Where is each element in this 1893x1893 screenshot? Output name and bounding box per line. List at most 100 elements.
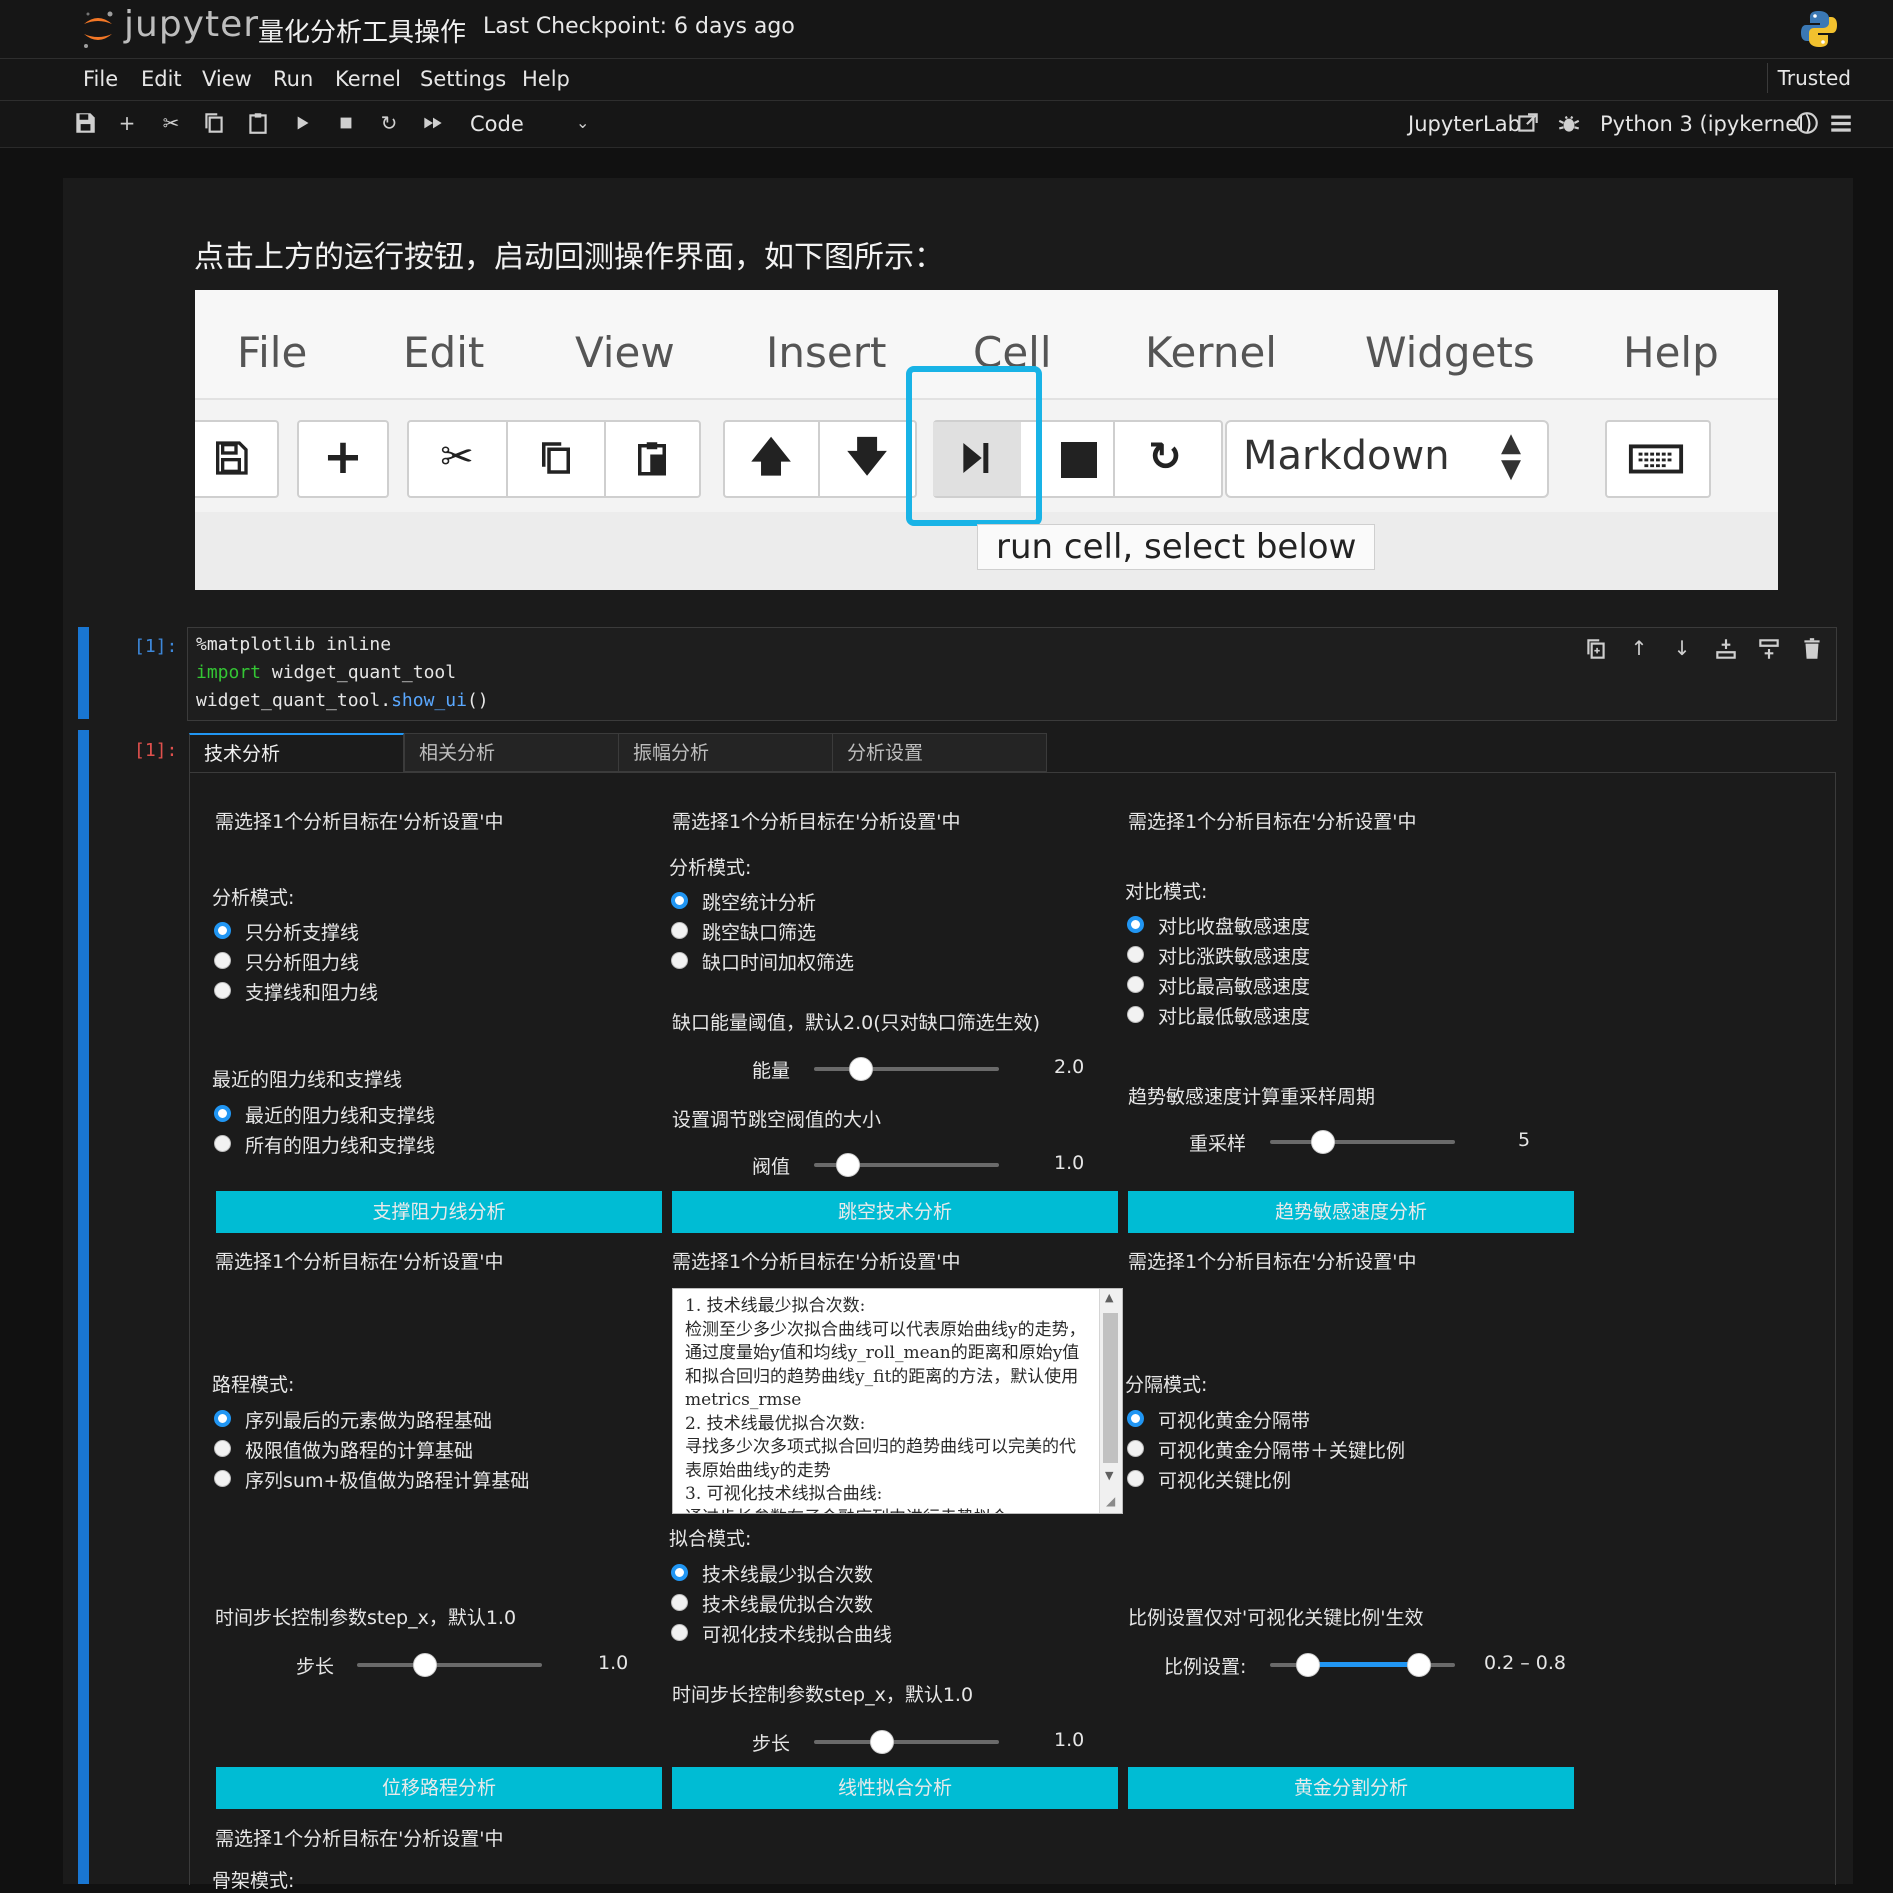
menu-help[interactable]: Help xyxy=(522,67,570,91)
linear-fit-analysis-button[interactable]: 线性拟合分析 xyxy=(672,1767,1118,1809)
duplicate-cell-icon[interactable] xyxy=(1582,636,1610,662)
step-slider-handle[interactable] xyxy=(412,1653,437,1677)
jupyter-logo-text[interactable]: jupyter xyxy=(124,4,259,45)
ratio-slider-value: 0.2 – 0.8 xyxy=(1484,1652,1567,1674)
step-slider-label: 步长 xyxy=(296,1656,335,1678)
copy-icon[interactable] xyxy=(201,110,227,136)
panel6-radio-golden-band[interactable]: 可视化黄金分隔带 xyxy=(1127,1406,1310,1433)
save-icon[interactable] xyxy=(72,110,98,136)
menu-view[interactable]: View xyxy=(202,67,252,91)
external-link-icon[interactable] xyxy=(1515,110,1541,136)
chevron-down-icon[interactable]: ⌄ xyxy=(576,113,589,132)
panel4-radio-last[interactable]: 序列最后的元素做为路程基础 xyxy=(214,1406,492,1433)
golden-section-analysis-button[interactable]: 黄金分割分析 xyxy=(1128,1767,1574,1809)
resize-handle-icon[interactable]: ◢ xyxy=(1106,1494,1115,1508)
fast-forward-icon[interactable] xyxy=(420,110,446,136)
scrollbar-thumb[interactable] xyxy=(1103,1313,1118,1463)
output-collapse-bar[interactable] xyxy=(78,730,89,1884)
panel6-radio-key-ratio[interactable]: 可视化关键比例 xyxy=(1127,1466,1291,1493)
panel1-radio-resistance[interactable]: 只分析阻力线 xyxy=(214,948,359,975)
gap-technical-analysis-button[interactable]: 跳空技术分析 xyxy=(672,1191,1118,1233)
resample-slider-track[interactable] xyxy=(1270,1140,1455,1144)
panel3-radio-high[interactable]: 对比最高敏感速度 xyxy=(1127,972,1310,999)
fit-step-slider-label: 步长 xyxy=(752,1733,791,1755)
menu-kernel[interactable]: Kernel xyxy=(335,67,401,91)
panel5-radio-min-fit[interactable]: 技术线最少拟合次数 xyxy=(671,1560,873,1587)
cell-type-select[interactable]: Code xyxy=(470,112,524,136)
move-down-icon[interactable]: ↓ xyxy=(1668,636,1696,662)
tab-correlation-analysis[interactable]: 相关分析 xyxy=(404,733,619,772)
embedded-keyboard-icon xyxy=(1628,444,1684,474)
fit-step-slider-track[interactable] xyxy=(814,1740,999,1744)
jupyterlab-link[interactable]: JupyterLab xyxy=(1408,112,1521,136)
scroll-down-icon[interactable]: ▼ xyxy=(1105,1469,1113,1482)
delete-cell-icon[interactable] xyxy=(1798,636,1826,662)
menu-run[interactable]: Run xyxy=(273,67,313,91)
ratio-slider-high-handle[interactable] xyxy=(1407,1653,1431,1677)
stop-icon[interactable] xyxy=(333,110,359,136)
add-cell-icon[interactable]: + xyxy=(114,110,140,136)
restart-icon[interactable]: ↻ xyxy=(376,110,402,136)
step-slider-track[interactable] xyxy=(357,1663,542,1667)
panel1-radio-both[interactable]: 支撑线和阻力线 xyxy=(214,978,378,1005)
panel1-hint: 需选择1个分析目标在'分析设置'中 xyxy=(215,811,504,833)
panel1-radio-recent[interactable]: 最近的阻力线和支撑线 xyxy=(214,1101,435,1128)
energy-slider-track[interactable] xyxy=(814,1067,999,1071)
panel2-radio-gap-weighted[interactable]: 缺口时间加权筛选 xyxy=(671,948,854,975)
displacement-analysis-button[interactable]: 位移路程分析 xyxy=(216,1767,662,1809)
tab-analysis-settings[interactable]: 分析设置 xyxy=(832,733,1047,772)
jupyter-logo-icon[interactable] xyxy=(80,8,116,50)
textarea-scrollbar[interactable]: ▲ ▼ ◢ xyxy=(1099,1289,1122,1513)
scroll-up-icon[interactable]: ▲ xyxy=(1105,1291,1113,1304)
panel4-radio-sum[interactable]: 序列sum+极值做为路程计算基础 xyxy=(214,1466,529,1493)
embedded-select-arrows-icon: ▲ ▼ xyxy=(1501,428,1521,484)
panel6-radio-golden-band-ratio[interactable]: 可视化黄金分隔带＋关键比例 xyxy=(1127,1436,1405,1463)
panel5-radio-visual-fit[interactable]: 可视化技术线拟合曲线 xyxy=(671,1620,892,1647)
panel3-radio-change[interactable]: 对比涨跌敏感速度 xyxy=(1127,942,1310,969)
fit-step-slider-handle[interactable] xyxy=(869,1730,894,1754)
menu-settings[interactable]: Settings xyxy=(420,67,506,91)
insert-above-icon[interactable] xyxy=(1712,636,1740,662)
panel2-radio-gap-stats[interactable]: 跳空统计分析 xyxy=(671,888,816,915)
input-prompt: [1]: xyxy=(134,636,178,657)
panel1-radio-all[interactable]: 所有的阻力线和支撑线 xyxy=(214,1131,435,1158)
code-editor[interactable]: %matplotlib inline import widget_quant_t… xyxy=(187,627,1837,721)
move-up-icon[interactable]: ↑ xyxy=(1625,636,1653,662)
kernel-name[interactable]: Python 3 (ipykernel) xyxy=(1600,112,1812,136)
panel3-radio-low[interactable]: 对比最低敏感速度 xyxy=(1127,1002,1310,1029)
cell-selection-bar[interactable] xyxy=(78,627,89,719)
panel3-radio-close[interactable]: 对比收盘敏感速度 xyxy=(1127,912,1310,939)
paste-icon[interactable] xyxy=(245,110,271,136)
embedded-menu-widgets: Widgets xyxy=(1365,328,1535,377)
embedded-menu-view: View xyxy=(575,328,675,377)
panel2-radio-gap-filter[interactable]: 跳空缺口筛选 xyxy=(671,918,816,945)
keyword-import: import xyxy=(196,662,262,683)
trend-sensitivity-analysis-button[interactable]: 趋势敏感速度分析 xyxy=(1128,1191,1574,1233)
embedded-menu-help: Help xyxy=(1623,328,1719,377)
panel5-radio-best-fit[interactable]: 技术线最优拟合次数 xyxy=(671,1590,873,1617)
resample-slider-handle[interactable] xyxy=(1310,1130,1335,1154)
fit-description-textarea[interactable]: 1. 技术线最少拟合次数: 检测至少多少次拟合曲线可以代表原始曲线y的走势，通过… xyxy=(672,1288,1123,1514)
tab-amplitude-analysis[interactable]: 振幅分析 xyxy=(618,733,833,772)
support-resistance-analysis-button[interactable]: 支撑阻力线分析 xyxy=(216,1191,662,1233)
panel7-hint: 需选择1个分析目标在'分析设置'中 xyxy=(215,1828,504,1850)
insert-below-icon[interactable] xyxy=(1755,636,1783,662)
panel4-mode-label: 路程模式: xyxy=(212,1374,295,1396)
tab-technical-analysis[interactable]: 技术分析 xyxy=(189,733,404,772)
menu-file[interactable]: File xyxy=(83,67,118,91)
embedded-celltype-value: Markdown xyxy=(1243,433,1450,479)
ratio-slider-range xyxy=(1307,1662,1418,1667)
embedded-arrow-up-icon: 🡅 xyxy=(750,434,792,480)
panel4-radio-extreme[interactable]: 极限值做为路程的计算基础 xyxy=(214,1436,473,1463)
resample-slider-label: 重采样 xyxy=(1189,1133,1247,1155)
notebook-title[interactable]: 量化分析工具操作 xyxy=(258,12,466,49)
run-icon[interactable] xyxy=(289,110,315,136)
cut-icon[interactable]: ✂ xyxy=(158,110,184,136)
menu-edit[interactable]: Edit xyxy=(141,67,182,91)
menu-icon[interactable] xyxy=(1828,110,1854,136)
fit-description-text: 1. 技术线最少拟合次数: 检测至少多少次拟合曲线可以代表原始曲线y的走势，通过… xyxy=(685,1296,1086,1513)
trusted-indicator[interactable]: Trusted xyxy=(1766,63,1861,93)
bug-icon[interactable] xyxy=(1556,110,1582,136)
ratio-slider-low-handle[interactable] xyxy=(1296,1653,1320,1677)
panel1-radio-support[interactable]: 只分析支撑线 xyxy=(214,918,359,945)
